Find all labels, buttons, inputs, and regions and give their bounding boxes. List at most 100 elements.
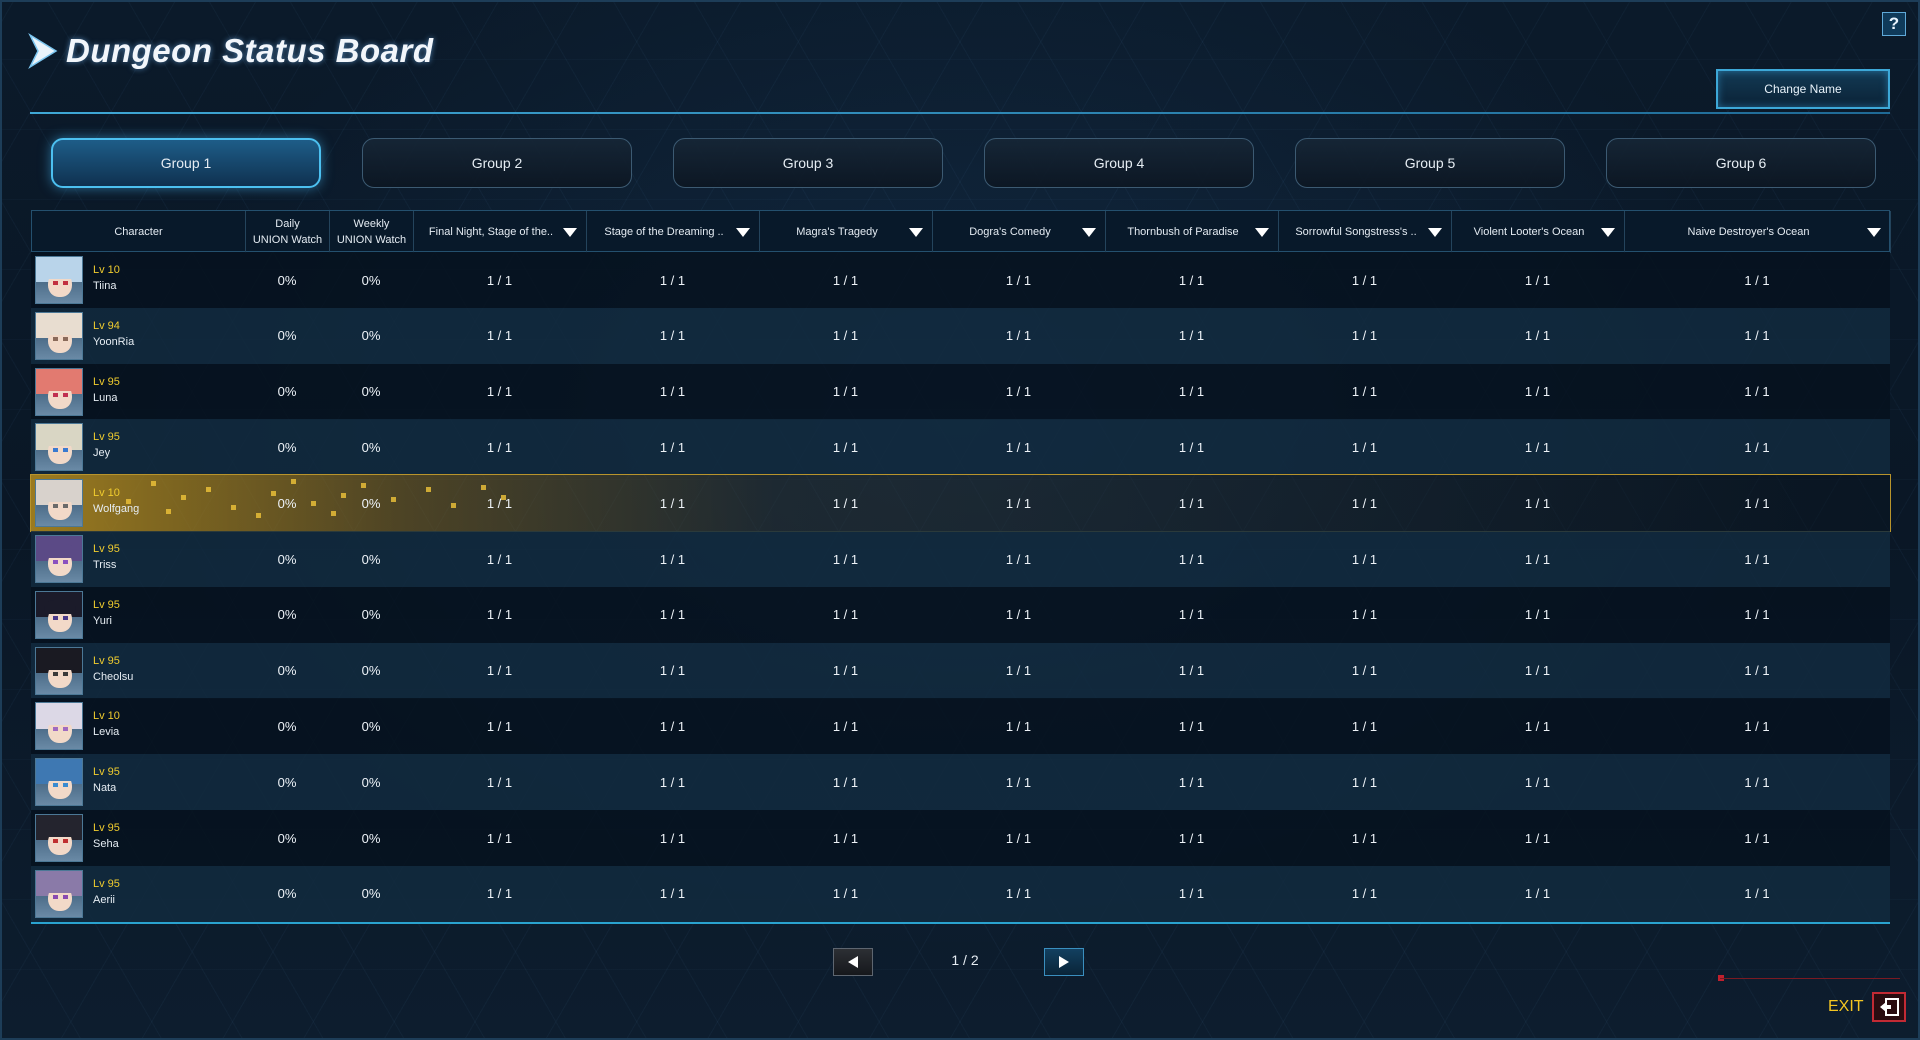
highlight-sparkle [151,481,156,487]
avatar-part [53,448,58,453]
dungeon-clear-cell: 1 / 1 [832,607,859,623]
character-avatar [35,758,83,807]
avatar-part [63,839,68,843]
table-row[interactable]: Lv 95 Triss 0% 0% 1 / 1 1 / 1 1 / 1 1 / 1 1 / 1 1… [31,531,1890,587]
avatar-part [53,671,58,676]
character-level: Lv 10 [93,264,120,276]
triangle-down-icon[interactable] [1427,224,1443,240]
dungeon-clear-cell: 1 / 1 [659,272,686,288]
table-row[interactable]: Lv 10 Levia 0% 0% 1 / 1 1 / 1 1 / 1 1 / 1 1 / 1 1… [31,698,1890,755]
dungeon-clear-cell: 1 / 1 [486,328,513,344]
dungeon-clear-cell: 1 / 1 [1524,439,1551,455]
triangle-down-icon[interactable] [735,224,751,240]
table-row[interactable]: Lv 95 Nata 0% 0% 1 / 1 1 / 1 1 / 1 1 / 1 1 / 1 1 … [31,754,1890,811]
dungeon-clear-cell: 1 / 1 [1744,718,1770,734]
avatar-part [53,281,58,285]
table-row[interactable]: Lv 95 Aerii 0% 0% 1 / 1 1 / 1 1 / 1 1 / 1 1 / 1 1… [31,865,1890,922]
character-avatar [35,702,83,751]
tab-group-1[interactable]: Group 1 [51,138,321,188]
table-row[interactable]: Lv 95 Seha 0% 0% 1 / 1 1 / 1 1 / 1 1 / 1 1 / 1 1 … [31,810,1890,866]
dungeon-clear-cell: 1 / 1 [659,718,686,734]
table-row[interactable]: Lv 95 Jey 0% 0% 1 / 1 1 / 1 1 / 1 1 / 1 1 / 1 1 /… [31,419,1890,476]
avatar-part [63,783,68,788]
character-level: Lv 95 [93,766,120,779]
column-header-label: Sorrowful Songstress's .. [1295,226,1417,238]
table-row[interactable]: Lv 94 YoonRia 0% 0% 1 / 1 1 / 1 1 / 1 1 / 1 1 / … [31,307,1890,364]
character-name: Triss [93,559,117,571]
triangle-down-icon[interactable] [1866,224,1882,240]
avatar-part [53,560,58,564]
column-header[interactable]: Sorrowful Songstress's .. [1279,211,1452,253]
dungeon-clear-cell: 1 / 1 [486,384,513,400]
avatar-part [44,265,76,279]
avatar-part [63,504,68,509]
dungeon-clear-cell: 1 / 1 [659,495,686,511]
character-level: Lv 10 [93,487,120,500]
next-page-button[interactable] [1044,948,1084,976]
character-name: Luna [93,391,118,404]
character-level: Lv 95 [93,431,120,444]
daily-union-watch-cell: 0% [277,272,297,288]
triangle-down-icon[interactable] [1081,224,1097,240]
column-header[interactable]: Final Night, Stage of the.. [414,211,587,253]
dungeon-clear-cell: 1 / 1 [832,663,859,679]
character-level: Lv 95 [93,654,120,667]
avatar-part [63,727,68,732]
column-header-label: Naive Destroyer's Ocean [1687,226,1810,238]
tab-group-4[interactable]: Group 4 [984,138,1254,188]
dungeon-clear-cell: 1 / 1 [1351,495,1378,511]
help-button[interactable]: ? [1882,12,1906,36]
avatar-part [44,544,76,558]
triangle-down-icon[interactable] [1600,224,1616,240]
column-header[interactable]: Magra's Tragedy [760,211,933,253]
column-header[interactable]: Naive Destroyer's Ocean [1625,211,1891,253]
avatar-part [53,336,58,341]
table-row[interactable]: Lv 10 Tiina 0% 0% 1 / 1 1 / 1 1 / 1 1 / 1 1 / 1 1… [31,252,1890,308]
header-divider [30,112,1890,114]
dungeon-clear-cell: 1 / 1 [1005,830,1032,846]
triangle-down-icon[interactable] [1254,224,1270,240]
character-name: Wolfgang [93,503,140,516]
avatar-part [63,336,68,341]
triangle-down-icon[interactable] [908,224,924,240]
dungeon-clear-cell: 1 / 1 [1178,272,1205,288]
tab-group-2[interactable]: Group 2 [362,138,632,188]
character-name: YoonRia [93,335,135,348]
exit-label[interactable]: EXIT [1828,998,1864,1016]
question-icon: ? [1888,14,1900,33]
character-name: Jey [93,447,111,460]
character-avatar [35,535,83,583]
column-header-label: Weekly UNION Watch [336,218,407,246]
table-row[interactable]: Lv 95 Cheolsu 0% 0% 1 / 1 1 / 1 1 / 1 1 / 1 1 / … [31,642,1890,699]
tab-group-6[interactable]: Group 6 [1606,138,1876,188]
exit-button[interactable] [1872,992,1906,1022]
weekly-union-watch-cell: 0% [361,663,381,679]
column-header-label: Final Night, Stage of the.. [428,226,554,238]
change-name-button[interactable]: Change Name [1716,69,1890,109]
weekly-union-watch-cell: 0% [361,551,381,567]
avatar-part [53,894,58,899]
column-header[interactable]: Thornbush of Paradise [1106,211,1279,253]
group-tabs: Group 1 Group 2 Group 3 Group 4 Group 5 … [51,138,1878,188]
dungeon-clear-cell: 1 / 1 [1178,774,1205,790]
prev-page-button[interactable] [833,948,873,976]
column-header[interactable]: Dogra's Comedy [933,211,1106,253]
tab-group-3[interactable]: Group 3 [673,138,943,188]
table-row[interactable]: Lv 95 Yuri 0% 0% 1 / 1 1 / 1 1 / 1 1 / 1 1 / 1 1 … [31,586,1890,643]
avatar-part [53,727,58,732]
table-row[interactable]: Lv 10 Wolfgang 0% 0% 1 / 1 1 / 1 1 / 1 1 / 1 1 /… [30,474,1891,533]
dungeon-clear-cell: 1 / 1 [486,495,513,511]
triangle-left-icon [848,956,858,968]
column-header[interactable]: Stage of the Dreaming .. [587,211,760,253]
dungeon-clear-cell: 1 / 1 [1005,328,1032,344]
highlight-sparkle [231,505,236,511]
dungeon-clear-cell: 1 / 1 [1005,439,1032,455]
tab-group-5[interactable]: Group 5 [1295,138,1565,188]
table-row[interactable]: Lv 95 Luna 0% 0% 1 / 1 1 / 1 1 / 1 1 / 1 1 / 1 1 … [31,363,1890,420]
dungeon-clear-cell: 1 / 1 [486,272,513,288]
triangle-down-icon[interactable] [562,224,578,240]
dungeon-clear-cell: 1 / 1 [1178,830,1205,846]
avatar-part [63,894,68,899]
avatar-part [44,878,76,893]
column-header[interactable]: Violent Looter's Ocean [1452,211,1625,253]
